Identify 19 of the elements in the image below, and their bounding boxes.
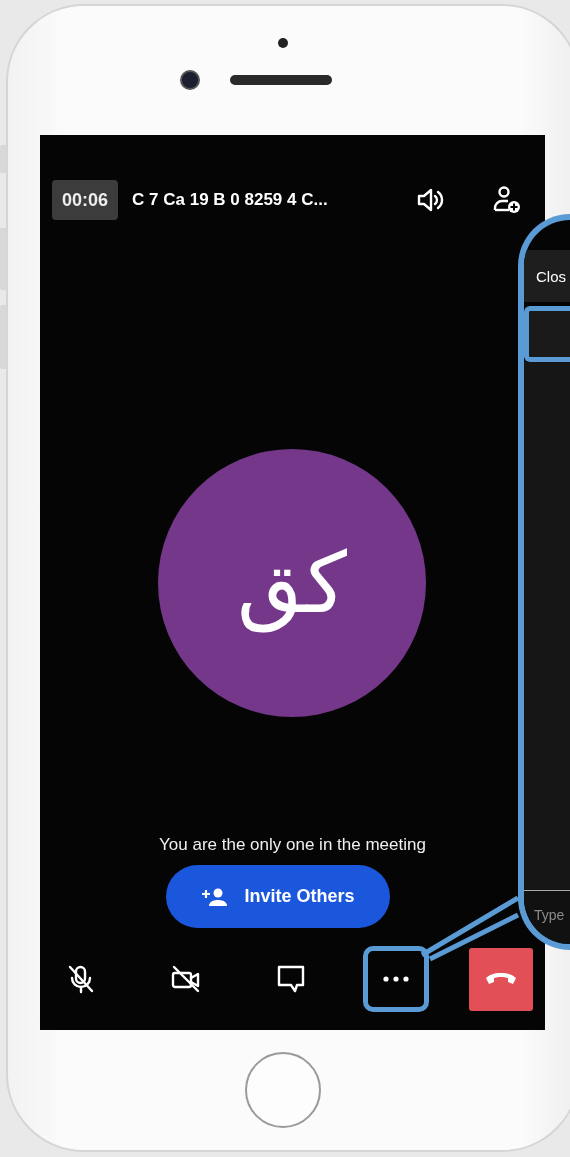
add-person-icon (200, 886, 229, 907)
call-timer: 00:06 (52, 180, 119, 220)
sensor-dot (278, 38, 288, 48)
close-label[interactable]: Clos (536, 267, 566, 285)
mic-off-icon (66, 964, 95, 994)
meeting-title: C 7 Ca 19 B 0 8259 4 C... (132, 190, 328, 210)
avatar: كق (157, 449, 426, 717)
front-camera (179, 70, 200, 90)
add-person-icon[interactable] (493, 186, 521, 214)
message-input[interactable]: Type (524, 890, 570, 944)
camera-off-icon (170, 965, 201, 993)
status-message: You are the only one in the meeting (158, 835, 427, 855)
more-icon (382, 976, 409, 982)
more-button[interactable] (362, 946, 429, 1012)
chat-icon (276, 965, 305, 993)
invite-button[interactable]: Invite Others (165, 865, 390, 928)
speaker-icon[interactable] (417, 188, 445, 212)
hang-up-button[interactable] (468, 947, 533, 1011)
hang-up-icon (484, 972, 517, 986)
